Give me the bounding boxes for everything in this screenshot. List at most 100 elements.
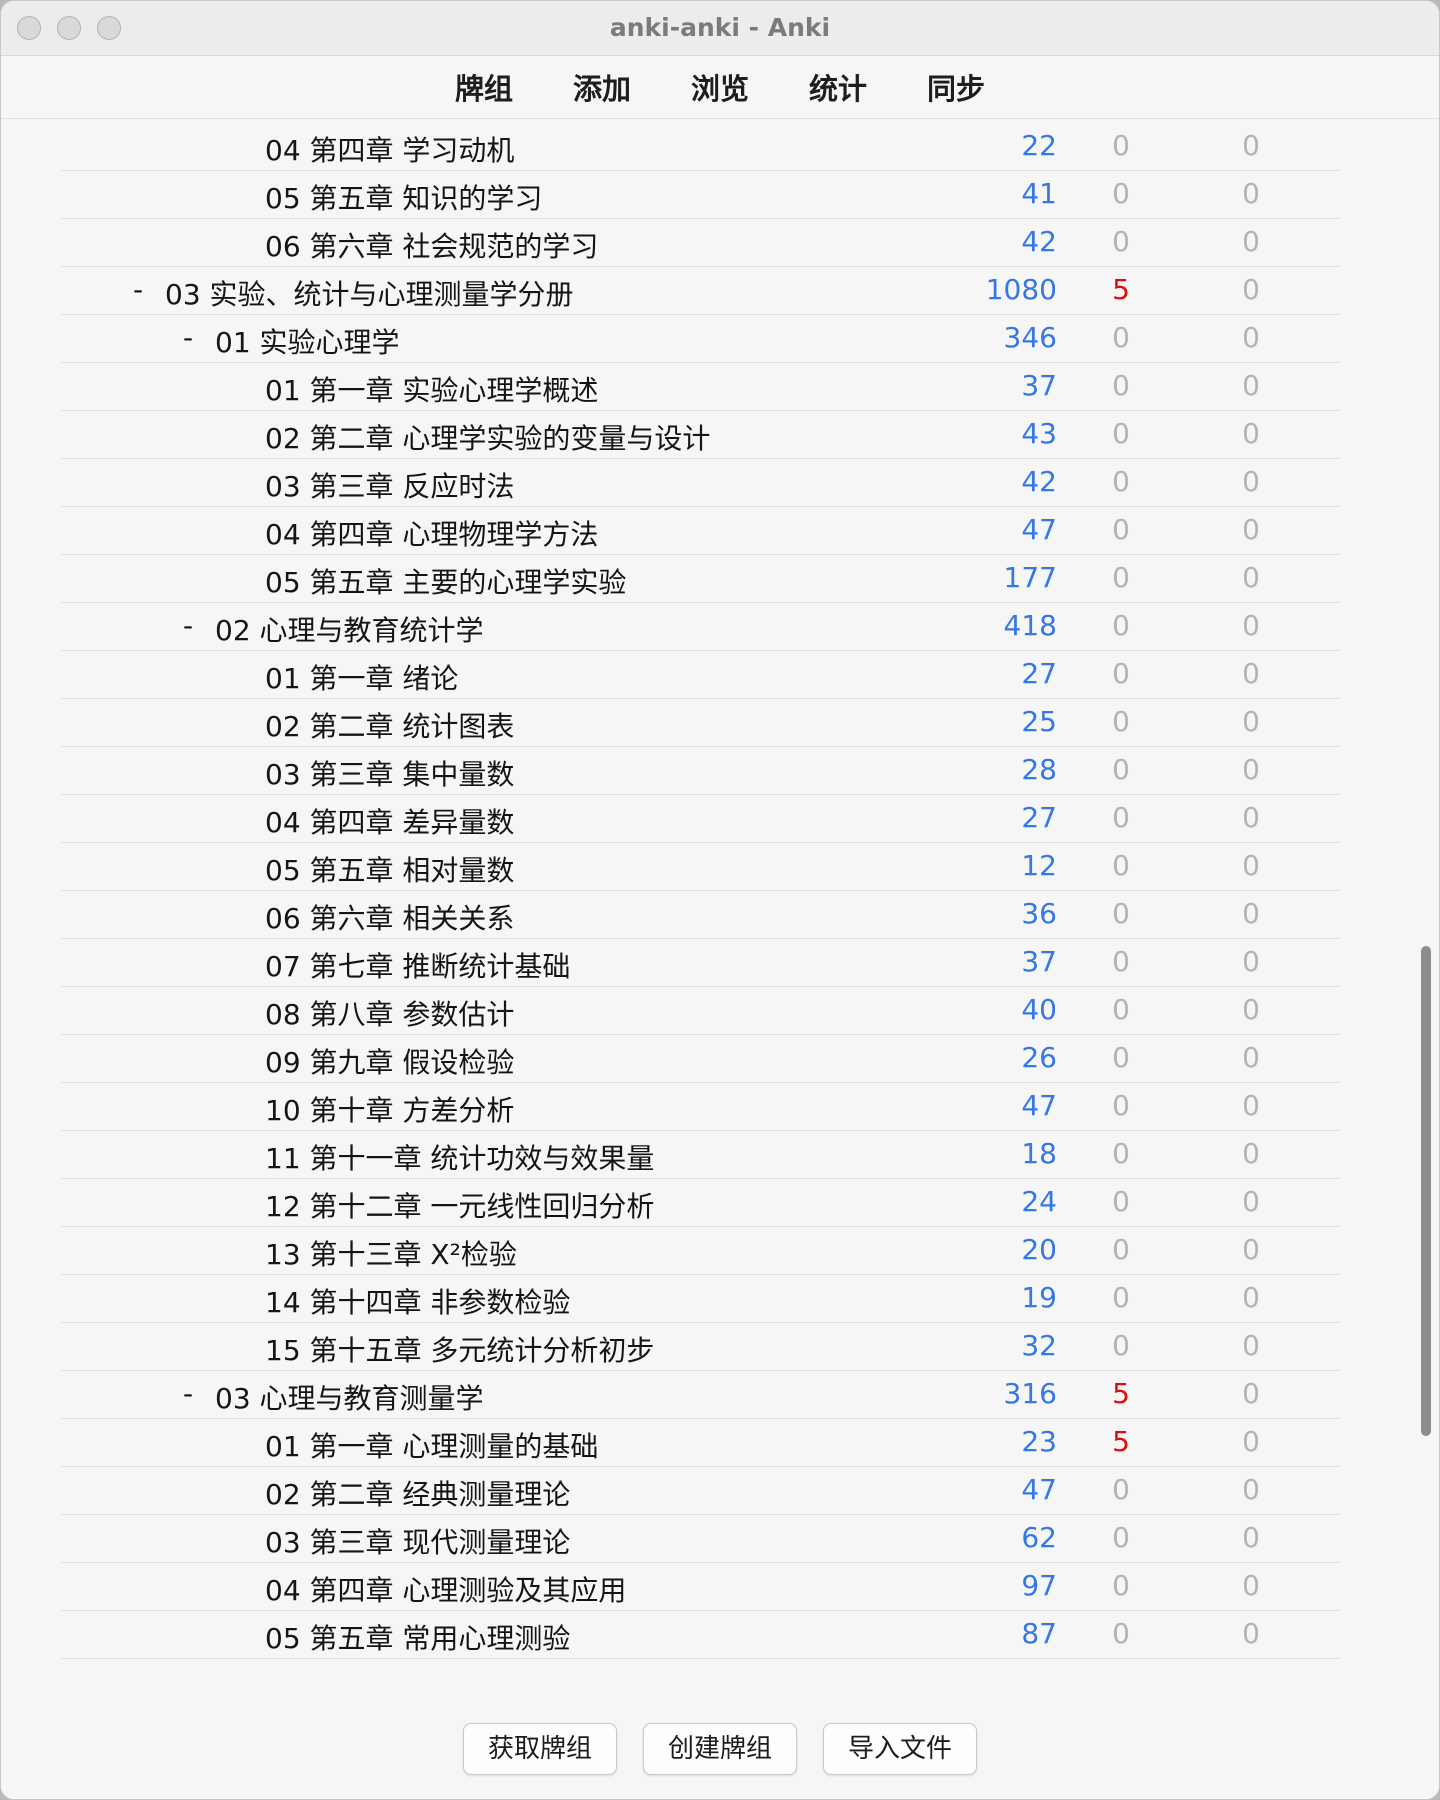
deck-row[interactable]: 05 第五章 常用心理测验 87 0 0 xyxy=(61,1611,1341,1659)
deck-row[interactable]: 08 第八章 参数估计 40 0 0 xyxy=(61,987,1341,1035)
deck-row[interactable]: 03 第三章 集中量数 28 0 0 xyxy=(61,747,1341,795)
deck-row[interactable]: 01 第一章 实验心理学概述 37 0 0 xyxy=(61,363,1341,411)
deck-row[interactable]: 12 第十二章 一元线性回归分析 24 0 0 xyxy=(61,1179,1341,1227)
new-count: 37 xyxy=(1021,945,1057,978)
deck-row[interactable]: 06 第六章 相关关系 36 0 0 xyxy=(61,891,1341,939)
learn-count: 0 xyxy=(1112,561,1130,594)
deck-name-link[interactable]: 03 第三章 反应时法 xyxy=(265,465,514,505)
deck-row[interactable]: 02 第二章 经典测量理论 47 0 0 xyxy=(61,1467,1341,1515)
collapse-toggle[interactable]: - xyxy=(133,273,143,306)
due-count: 0 xyxy=(1242,705,1260,738)
deck-name-link[interactable]: 08 第八章 参数估计 xyxy=(265,993,514,1033)
collapse-toggle[interactable]: - xyxy=(183,609,193,642)
deck-row[interactable]: 07 第七章 推断统计基础 37 0 0 xyxy=(61,939,1341,987)
new-count: 26 xyxy=(1021,1041,1057,1074)
new-count: 1080 xyxy=(985,273,1057,306)
deck-row[interactable]: 11 第十一章 统计功效与效果量 18 0 0 xyxy=(61,1131,1341,1179)
new-count: 47 xyxy=(1021,513,1057,546)
deck-name-link[interactable]: 01 第一章 绪论 xyxy=(265,657,458,697)
tab-decks[interactable]: 牌组 xyxy=(453,62,515,112)
learn-count: 0 xyxy=(1112,1617,1130,1650)
deck-row[interactable]: 04 第四章 差异量数 27 0 0 xyxy=(61,795,1341,843)
deck-row[interactable]: 01 第一章 绪论 27 0 0 xyxy=(61,651,1341,699)
learn-count: 0 xyxy=(1112,1233,1130,1266)
collapse-toggle[interactable]: - xyxy=(183,1377,193,1410)
deck-row[interactable]: -01 实验心理学 346 0 0 xyxy=(61,315,1341,363)
deck-name-link[interactable]: 06 第六章 社会规范的学习 xyxy=(265,225,598,265)
deck-name-link[interactable]: 02 第二章 统计图表 xyxy=(265,705,514,745)
deck-name-link[interactable]: 04 第四章 学习动机 xyxy=(265,129,514,169)
deck-name-link[interactable]: 02 第二章 心理学实验的变量与设计 xyxy=(265,417,710,457)
learn-count: 0 xyxy=(1112,225,1130,258)
learn-count: 0 xyxy=(1112,129,1130,162)
deck-name-link[interactable]: 03 实验、统计与心理测量学分册 xyxy=(165,273,574,313)
deck-row[interactable]: -02 心理与教育统计学 418 0 0 xyxy=(61,603,1341,651)
deck-row[interactable]: 03 第三章 反应时法 42 0 0 xyxy=(61,459,1341,507)
deck-row[interactable]: 05 第五章 主要的心理学实验 177 0 0 xyxy=(61,555,1341,603)
deck-name-link[interactable]: 09 第九章 假设检验 xyxy=(265,1041,514,1081)
deck-name-link[interactable]: 04 第四章 心理物理学方法 xyxy=(265,513,598,553)
due-count: 0 xyxy=(1242,1281,1260,1314)
deck-row[interactable]: 14 第十四章 非参数检验 19 0 0 xyxy=(61,1275,1341,1323)
deck-name-link[interactable]: 07 第七章 推断统计基础 xyxy=(265,945,570,985)
deck-name-link[interactable]: 03 第三章 现代测量理论 xyxy=(265,1521,570,1561)
deck-name-link[interactable]: 05 第五章 相对量数 xyxy=(265,849,514,889)
import-file-button[interactable]: 导入文件 xyxy=(823,1723,978,1775)
deck-row[interactable]: 13 第十三章 X²检验 20 0 0 xyxy=(61,1227,1341,1275)
deck-row[interactable]: 05 第五章 相对量数 12 0 0 xyxy=(61,843,1341,891)
deck-name-link[interactable]: 05 第五章 知识的学习 xyxy=(265,177,542,217)
deck-row[interactable]: 04 第四章 心理物理学方法 47 0 0 xyxy=(61,507,1341,555)
collapse-toggle[interactable]: - xyxy=(183,321,193,354)
tab-stats[interactable]: 统计 xyxy=(807,62,869,112)
deck-name-link[interactable]: 12 第十二章 一元线性回归分析 xyxy=(265,1185,654,1225)
deck-row[interactable]: 15 第十五章 多元统计分析初步 32 0 0 xyxy=(61,1323,1341,1371)
deck-row[interactable]: 09 第九章 假设检验 26 0 0 xyxy=(61,1035,1341,1083)
deck-row[interactable]: -03 心理与教育测量学 316 5 0 xyxy=(61,1371,1341,1419)
deck-name-link[interactable]: 05 第五章 常用心理测验 xyxy=(265,1617,570,1657)
new-count: 43 xyxy=(1021,417,1057,450)
title-bar[interactable]: anki-anki - Anki xyxy=(1,1,1439,56)
tab-add[interactable]: 添加 xyxy=(571,62,633,112)
deck-name-link[interactable]: 10 第十章 方差分析 xyxy=(265,1089,514,1129)
deck-list: 04 第四章 学习动机 22 0 0 05 第五章 知识的学习 41 0 0 06 第六章 社会… xyxy=(61,123,1341,1659)
get-shared-decks-button[interactable]: 获取牌组 xyxy=(462,1723,617,1775)
deck-row[interactable]: -03 实验、统计与心理测量学分册 1080 5 0 xyxy=(61,267,1341,315)
deck-row[interactable]: 01 第一章 心理测量的基础 23 5 0 xyxy=(61,1419,1341,1467)
due-count: 0 xyxy=(1242,1569,1260,1602)
deck-row[interactable]: 02 第二章 统计图表 25 0 0 xyxy=(61,699,1341,747)
tab-browse[interactable]: 浏览 xyxy=(689,62,751,112)
deck-row[interactable]: 04 第四章 心理测验及其应用 97 0 0 xyxy=(61,1563,1341,1611)
deck-row[interactable]: 06 第六章 社会规范的学习 42 0 0 xyxy=(61,219,1341,267)
tab-sync[interactable]: 同步 xyxy=(925,62,987,112)
deck-name-link[interactable]: 05 第五章 主要的心理学实验 xyxy=(265,561,626,601)
deck-name-link[interactable]: 01 实验心理学 xyxy=(215,321,400,361)
due-count: 0 xyxy=(1242,801,1260,834)
deck-name-link[interactable]: 15 第十五章 多元统计分析初步 xyxy=(265,1329,654,1369)
deck-name-link[interactable]: 03 心理与教育测量学 xyxy=(215,1377,484,1417)
new-count: 346 xyxy=(1003,321,1057,354)
deck-browser[interactable]: 04 第四章 学习动机 22 0 0 05 第五章 知识的学习 41 0 0 06 第六章 社会… xyxy=(1,119,1439,1689)
deck-name-link[interactable]: 01 第一章 实验心理学概述 xyxy=(265,369,598,409)
deck-name-link[interactable]: 06 第六章 相关关系 xyxy=(265,897,514,937)
deck-row[interactable]: 04 第四章 学习动机 22 0 0 xyxy=(61,123,1341,171)
learn-count: 0 xyxy=(1112,801,1130,834)
deck-row[interactable]: 10 第十章 方差分析 47 0 0 xyxy=(61,1083,1341,1131)
deck-name-link[interactable]: 03 第三章 集中量数 xyxy=(265,753,514,793)
deck-name-link[interactable]: 02 心理与教育统计学 xyxy=(215,609,484,649)
deck-row[interactable]: 03 第三章 现代测量理论 62 0 0 xyxy=(61,1515,1341,1563)
due-count: 0 xyxy=(1242,369,1260,402)
deck-name-link[interactable]: 13 第十三章 X²检验 xyxy=(265,1233,517,1273)
deck-name-link[interactable]: 01 第一章 心理测量的基础 xyxy=(265,1425,598,1465)
deck-row[interactable]: 05 第五章 知识的学习 41 0 0 xyxy=(61,171,1341,219)
deck-name-link[interactable]: 04 第四章 差异量数 xyxy=(265,801,514,841)
create-deck-button[interactable]: 创建牌组 xyxy=(642,1723,797,1775)
deck-row[interactable]: 02 第二章 心理学实验的变量与设计 43 0 0 xyxy=(61,411,1341,459)
vertical-scrollbar[interactable] xyxy=(1421,946,1431,1436)
deck-name-link[interactable]: 04 第四章 心理测验及其应用 xyxy=(265,1569,626,1609)
deck-name-link[interactable]: 14 第十四章 非参数检验 xyxy=(265,1281,570,1321)
deck-name-link[interactable]: 02 第二章 经典测量理论 xyxy=(265,1473,570,1513)
new-count: 32 xyxy=(1021,1329,1057,1362)
deck-name-link[interactable]: 11 第十一章 统计功效与效果量 xyxy=(265,1137,654,1177)
new-count: 20 xyxy=(1021,1233,1057,1266)
learn-count: 5 xyxy=(1112,1377,1130,1410)
